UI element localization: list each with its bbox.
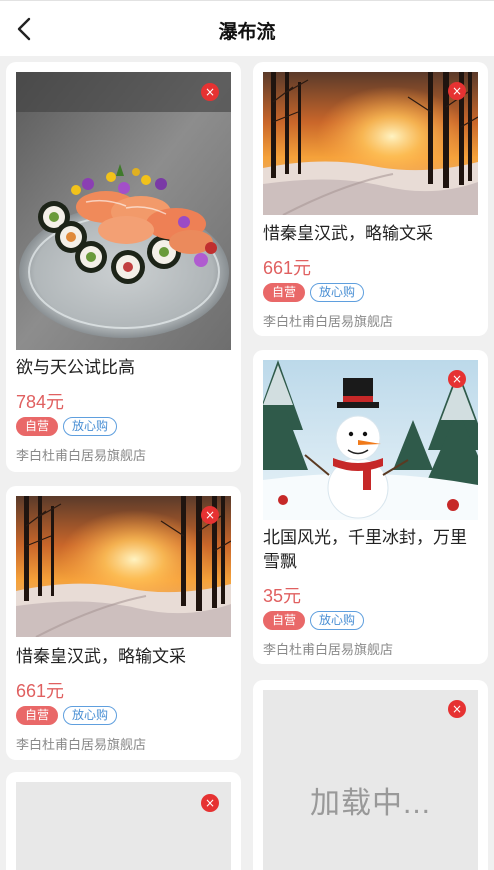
product-tags: 自营 放心购 <box>16 417 122 437</box>
product-price: 784元 <box>16 392 65 412</box>
loading-text: 加载中... <box>309 787 431 820</box>
product-image <box>263 72 478 215</box>
product-tags: 自营 放心购 <box>16 706 122 726</box>
close-icon[interactable]: × <box>448 700 466 718</box>
product-title: 北国风光，千里冰封，万里雪飘 <box>263 528 467 571</box>
shop-name: 李白杜甫白居易旗舰店 <box>16 448 147 463</box>
page-title: 瀑布流 <box>218 22 276 43</box>
product-image <box>263 360 478 520</box>
tag-self-operated: 自营 <box>16 706 59 725</box>
image-placeholder <box>16 782 231 870</box>
shop-name: 李白杜甫白居易旗舰店 <box>16 737 147 752</box>
product-card[interactable]: × 欲与天公试比高 784元 自营 放心购 李白杜甫白居易旗舰店 <box>6 62 241 472</box>
tag-safe-buy: 放心购 <box>310 611 365 630</box>
product-price: 661元 <box>263 258 312 278</box>
close-icon[interactable]: × <box>201 83 219 101</box>
product-card[interactable]: × 惜秦皇汉武，略输文采 661元 自营 放心购 李白杜甫白居易旗舰店 <box>6 486 241 760</box>
tag-self-operated: 自营 <box>16 417 59 436</box>
tag-safe-buy: 放心购 <box>63 417 118 436</box>
close-icon[interactable]: × <box>448 370 466 388</box>
tag-self-operated: 自营 <box>263 283 306 302</box>
tag-safe-buy: 放心购 <box>310 283 365 302</box>
product-card-loading[interactable]: × <box>6 772 241 870</box>
product-image <box>16 72 231 350</box>
product-price: 35元 <box>263 586 302 606</box>
shop-name: 李白杜甫白居易旗舰店 <box>263 642 394 657</box>
close-icon[interactable]: × <box>448 82 466 100</box>
shop-name: 李白杜甫白居易旗舰店 <box>263 314 394 329</box>
product-price: 661元 <box>16 681 65 701</box>
product-card[interactable]: × 北国风光，千里冰封，万里雪飘 35元 自营 放心购 李白杜甫白居易旗舰店 <box>253 350 488 664</box>
product-title: 欲与天公试比高 <box>16 358 135 377</box>
image-placeholder: 加载中... <box>263 690 478 870</box>
product-tags: 自营 放心购 <box>263 611 369 631</box>
product-title: 惜秦皇汉武，略输文采 <box>263 224 433 243</box>
tag-self-operated: 自营 <box>263 611 306 630</box>
product-card-loading[interactable]: 加载中... × <box>253 680 488 870</box>
product-title: 惜秦皇汉武，略输文采 <box>16 647 186 666</box>
tag-safe-buy: 放心购 <box>63 706 118 725</box>
product-tags: 自营 放心购 <box>263 283 369 303</box>
product-card[interactable]: × 惜秦皇汉武，略输文采 661元 自营 放心购 李白杜甫白居易旗舰店 <box>253 62 488 336</box>
navbar: 瀑布流 <box>0 0 494 56</box>
close-icon[interactable]: × <box>201 794 219 812</box>
close-icon[interactable]: × <box>201 506 219 524</box>
product-image <box>16 496 231 637</box>
